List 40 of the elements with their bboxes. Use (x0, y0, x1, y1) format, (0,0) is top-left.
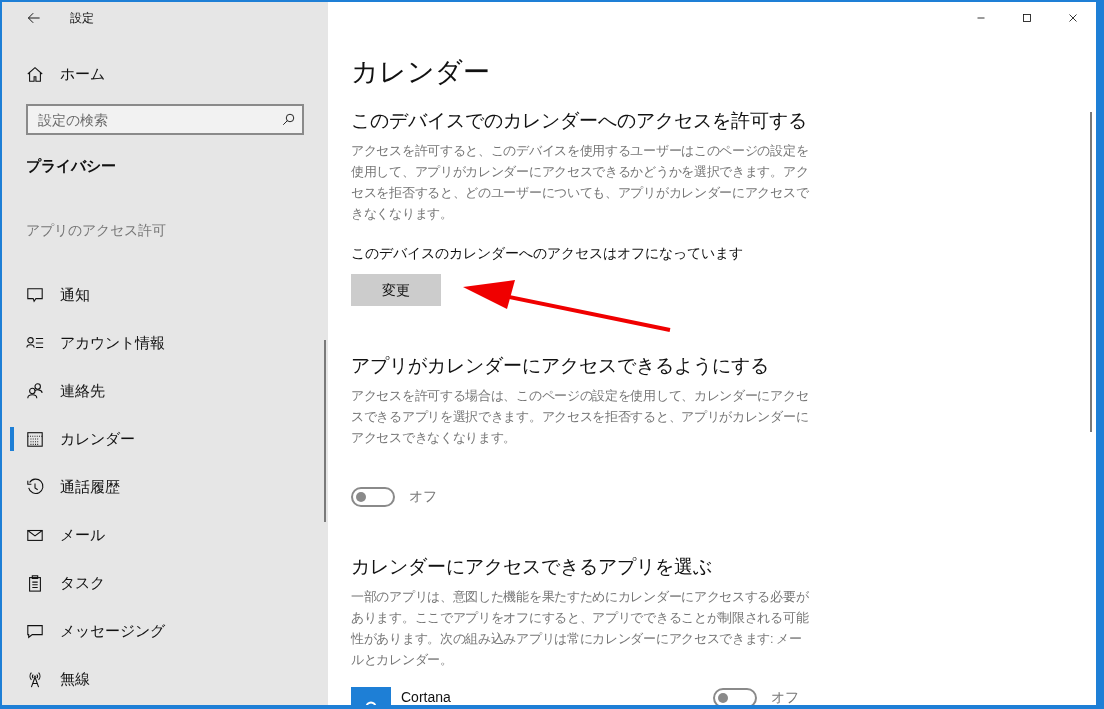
section-heading: アプリがカレンダーにアクセスできるようにする (351, 354, 770, 378)
toggle-label: オフ (771, 688, 799, 705)
toggle-switch[interactable] (351, 486, 395, 507)
nav-item[interactable]: メッセージング (2, 607, 328, 655)
status-text: このデバイスのカレンダーへのアクセスはオフになっています (351, 245, 744, 263)
scrollbar[interactable] (324, 340, 326, 522)
toggle-switch[interactable] (713, 687, 757, 705)
scrollbar[interactable] (1090, 112, 1092, 432)
group-label: アプリのアクセス許可 (25, 221, 167, 240)
home-icon (26, 65, 44, 83)
nav-item[interactable]: アカウント情報 (2, 319, 328, 367)
nav-item[interactable]: タスク (2, 559, 328, 607)
app-name: Cortana (401, 688, 452, 705)
description-text: アクセスを許可すると、このデバイスを使用するユーザーはこのページの設定を使用して、アプリがカレンダーにアクセスできるかどうかを選択できます。アクセスを拒否すると、どのユーザーについても、アプリがカレンダーにアクセスできなくなります。 (351, 143, 809, 223)
change-button[interactable]: 変更 (351, 274, 441, 306)
antenna-icon (26, 670, 44, 688)
search-icon (281, 112, 296, 127)
nav-item[interactable]: 無線 (2, 655, 328, 703)
section-title: プライバシー (25, 156, 117, 176)
notification-icon (26, 286, 44, 304)
page-title: カレンダー (351, 56, 491, 89)
description-text: アクセスを許可する場合は、このページの設定を使用して、カレンダーにアクセスできるアプリを選択できます。アクセスを拒否すると、アプリがカレンダーにアクセスできなくなります。 (351, 388, 809, 447)
toggle-label: オフ (409, 487, 437, 506)
clock-icon (26, 478, 44, 496)
search-field[interactable]: 設定の検索 (26, 104, 304, 135)
nav-item[interactable]: 連絡先 (2, 367, 328, 415)
people-icon (26, 382, 44, 400)
nav-item[interactable]: メール (2, 511, 328, 559)
chat-bubble-icon (26, 622, 44, 640)
nav-item[interactable]: 通話履歴 (2, 463, 328, 511)
description-text: 一部のアプリは、意図した機能を果たすためにカレンダーにアクセスする必要があります。ここでアプリをオフにすると、アプリでできることが制限される可能性があります。次の組み込みアプリは常にカレンダーにアクセスできます: メールとカレンダー。 (351, 589, 809, 669)
section-heading: このデバイスでのカレンダーへのアクセスを許可する (351, 109, 808, 133)
home-link[interactable]: ホーム (60, 62, 105, 86)
back-arrow-icon (26, 10, 42, 26)
window-title: 設定 (70, 10, 94, 27)
maximize-icon (1020, 11, 1034, 25)
nav-item[interactable]: 通知 (2, 271, 328, 319)
clipboard-icon (26, 574, 44, 592)
section-heading: カレンダーにアクセスできるアプリを選ぶ (351, 555, 713, 579)
calendar-icon (26, 430, 44, 448)
